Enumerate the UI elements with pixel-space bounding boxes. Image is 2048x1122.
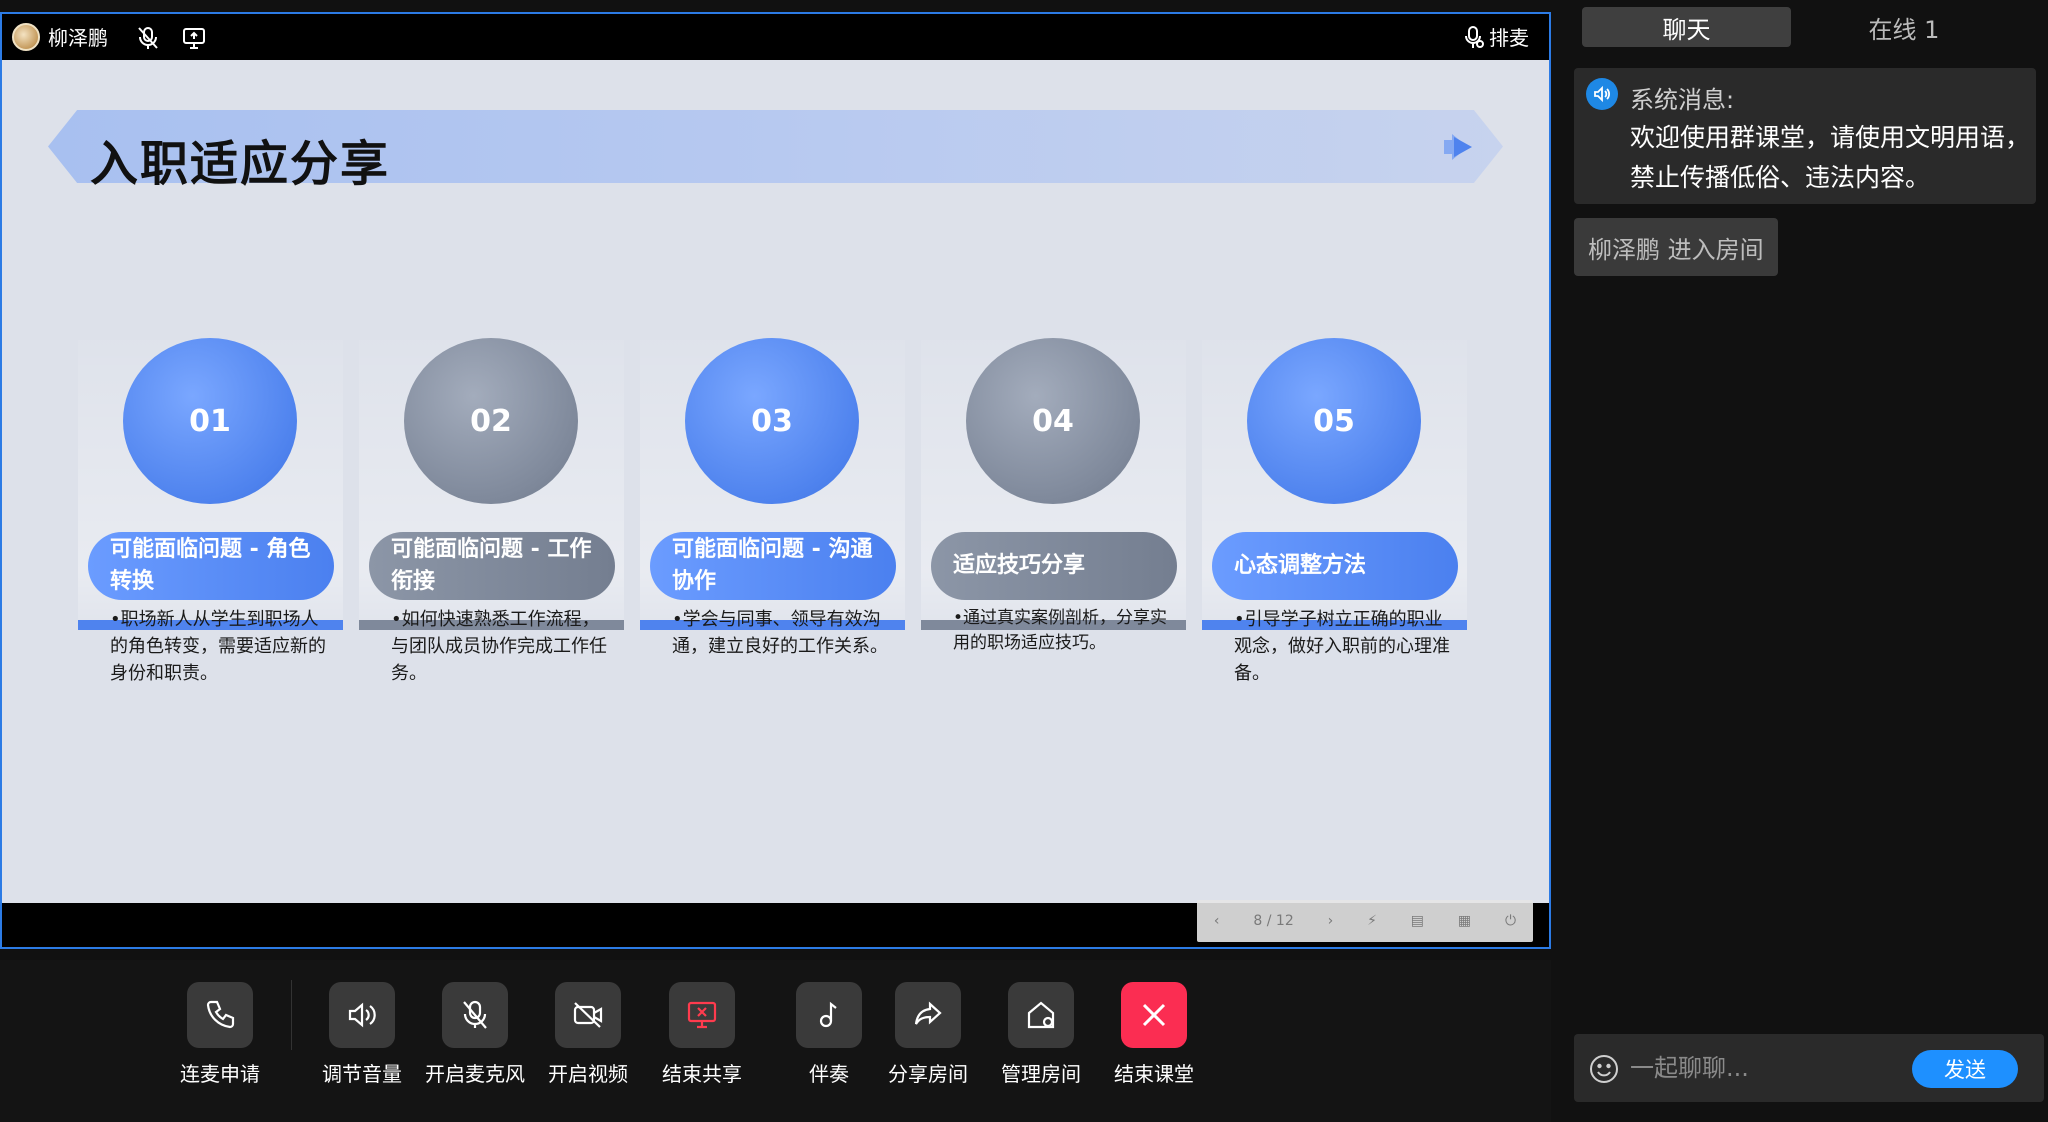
apply-mic-button[interactable]: 连麦申请 (165, 982, 275, 1087)
queue-label: 排麦 (1489, 26, 1529, 50)
close-icon (1121, 982, 1187, 1048)
screen-share-icon[interactable] (180, 24, 208, 52)
presentation-slide: 入职适应分享 01 02 03 04 05 可能面临问题 - 角色转换 可能面临… (2, 60, 1549, 903)
volume-button[interactable]: 调节音量 (307, 982, 417, 1087)
speaker-icon (1586, 78, 1618, 110)
emoji-icon[interactable] (1588, 1053, 1620, 1085)
topic-number-4: 04 (966, 338, 1140, 504)
grid-icon[interactable]: ▦ (1458, 913, 1471, 929)
manage-room-label: 管理房间 (1001, 1062, 1081, 1086)
stop-share-icon (669, 982, 735, 1048)
presenter-info: 柳泽鹏 (12, 22, 108, 51)
presenter-name: 柳泽鹏 (48, 26, 108, 50)
topic-heading-5: 心态调整方法 (1212, 532, 1458, 600)
end-share-label: 结束共享 (662, 1062, 742, 1086)
chevron-right-icon[interactable]: › (1328, 913, 1334, 929)
effect-icon[interactable]: ⚡ (1367, 913, 1377, 929)
open-video-label: 开启视频 (548, 1062, 628, 1086)
system-message: 系统消息: 欢迎使用群课堂，请使用文明用语，禁止传播低俗、违法内容。 (1574, 68, 2036, 204)
power-icon[interactable]: ⏻ (1505, 913, 1516, 929)
open-mic-button[interactable]: 开启麦克风 (420, 982, 530, 1087)
topic-desc-1: •职场新人从学生到职场人的角色转变，需要适应新的身份和职责。 (110, 609, 326, 684)
system-message-title: 系统消息: (1630, 86, 1735, 114)
topic-desc-3: •学会与同事、领导有效沟通，建立良好的工作关系。 (672, 609, 888, 657)
stage-top-bar: 柳泽鹏 排麦 (2, 14, 1549, 60)
topic-heading-2: 可能面临问题 - 工作衔接 (369, 532, 615, 600)
camera-off-icon (555, 982, 621, 1048)
chevron-left-icon[interactable]: ‹ (1214, 913, 1220, 929)
end-share-button[interactable]: 结束共享 (647, 982, 757, 1087)
apply-mic-label: 连麦申请 (180, 1062, 260, 1086)
arrow-right-icon (1444, 134, 1472, 160)
shared-screen-stage: 柳泽鹏 排麦 入职适应分享 01 02 03 04 05 可能面临问题 - 角色… (0, 12, 1551, 949)
notes-icon[interactable]: ▤ (1411, 913, 1424, 929)
queue-mic-button[interactable]: 排麦 (1463, 22, 1529, 51)
music-note-icon (796, 982, 862, 1048)
share-room-label: 分享房间 (888, 1062, 968, 1086)
page-indicator: 8 / 12 (1253, 913, 1294, 929)
toolbar-divider (291, 980, 292, 1050)
topic-heading-4: 适应技巧分享 (931, 532, 1177, 600)
slide-title: 入职适应分享 (90, 136, 391, 192)
mic-off-icon[interactable] (134, 24, 162, 52)
chat-input[interactable] (1630, 1044, 1890, 1092)
topic-desc-5: •引导学子树立正确的职业观念，做好入职前的心理准备。 (1234, 609, 1450, 684)
mic-off-icon (442, 982, 508, 1048)
accompany-button[interactable]: 伴奏 (774, 982, 884, 1087)
topic-desc-2: •如何快速熟悉工作流程，与团队成员协作完成工作任务。 (391, 609, 607, 684)
send-button[interactable]: 发送 (1912, 1050, 2018, 1088)
share-icon (895, 982, 961, 1048)
bottom-toolbar: 连麦申请 调节音量 开启麦克风 开启视频 结束共享 伴奏 分享房间 管理房间 结… (0, 960, 1551, 1122)
open-video-button[interactable]: 开启视频 (533, 982, 643, 1087)
end-class-label: 结束课堂 (1114, 1062, 1194, 1086)
tab-online[interactable]: 在线 1 (1804, 7, 2004, 47)
phone-icon (187, 982, 253, 1048)
volume-label: 调节音量 (322, 1062, 402, 1086)
topic-number-5: 05 (1247, 338, 1421, 504)
chat-panel: 聊天 在线 1 系统消息: 欢迎使用群课堂，请使用文明用语，禁止传播低俗、违法内… (1564, 0, 2048, 1122)
app-root: 柳泽鹏 排麦 入职适应分享 01 02 03 04 05 可能面临问题 - 角色… (0, 0, 2048, 1122)
avatar (12, 22, 40, 51)
topic-number-1: 01 (123, 338, 297, 504)
enter-room-message: 柳泽鹏 进入房间 (1574, 218, 1778, 276)
chat-input-bar: 发送 (1574, 1034, 2044, 1102)
topic-heading-3: 可能面临问题 - 沟通协作 (650, 532, 896, 600)
topic-heading-1: 可能面临问题 - 角色转换 (88, 532, 334, 600)
topic-number-3: 03 (685, 338, 859, 504)
speaker-icon (329, 982, 395, 1048)
manage-room-button[interactable]: 管理房间 (986, 982, 1096, 1087)
accompany-label: 伴奏 (809, 1062, 849, 1086)
share-room-button[interactable]: 分享房间 (873, 982, 983, 1087)
home-gear-icon (1008, 982, 1074, 1048)
topic-number-2: 02 (404, 338, 578, 504)
slide-page-control: ‹ 8 / 12 › ⚡ ▤ ▦ ⏻ (1197, 900, 1533, 942)
tab-chat[interactable]: 聊天 (1582, 7, 1791, 47)
end-class-button[interactable]: 结束课堂 (1099, 982, 1209, 1087)
system-message-text: 欢迎使用群课堂，请使用文明用语，禁止传播低俗、违法内容。 (1630, 123, 2031, 192)
topic-desc-4: •通过真实案例剖析，分享实用的职场适应技巧。 (953, 608, 1168, 653)
open-mic-label: 开启麦克风 (425, 1062, 525, 1086)
